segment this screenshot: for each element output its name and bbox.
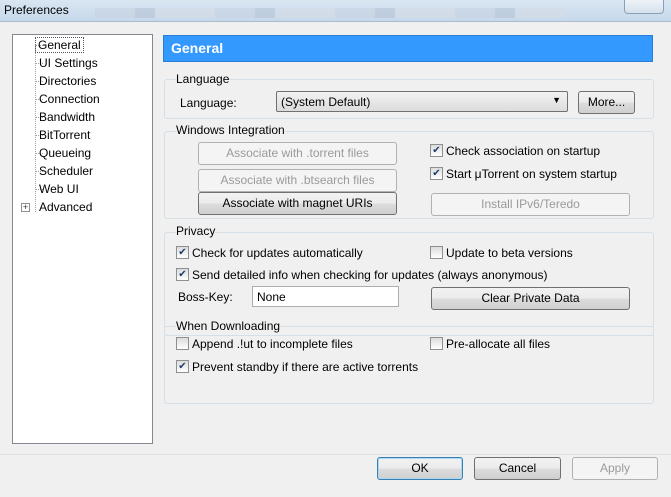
check-association-label: Check association on startup — [446, 144, 601, 158]
associate-torrent-button[interactable]: Associate with .torrent files — [198, 142, 397, 165]
preallocate-label: Pre-allocate all files — [446, 337, 551, 351]
boss-key-label: Boss-Key: — [178, 290, 233, 304]
window-title: Preferences — [4, 3, 69, 17]
privacy-group-label: Privacy — [176, 224, 216, 238]
language-select[interactable]: (System Default) ▼ — [276, 91, 568, 112]
tree-item-general[interactable]: General — [35, 37, 84, 53]
language-label: Language: — [180, 96, 237, 110]
tree-item-directories[interactable]: Directories — [37, 73, 98, 89]
start-on-startup-label: Start μTorrent on system startup — [446, 167, 617, 181]
section-header: General — [163, 35, 653, 62]
apply-button[interactable]: Apply — [572, 457, 658, 480]
language-group-label: Language — [176, 72, 230, 86]
cancel-button[interactable]: Cancel — [474, 457, 561, 480]
dropdown-arrow-icon: ▼ — [552, 95, 561, 105]
dialog-client: General UI Settings Directories Connecti… — [0, 22, 671, 497]
associate-magnet-button[interactable]: Associate with magnet URIs — [198, 192, 397, 215]
boss-key-input[interactable] — [253, 287, 398, 306]
check-updates-checkbox[interactable] — [176, 246, 189, 259]
boss-key-field[interactable] — [252, 286, 399, 307]
beta-updates-label: Update to beta versions — [446, 246, 573, 260]
install-ipv6-button[interactable]: Install IPv6/Teredo — [431, 193, 630, 216]
tree-item-web-ui[interactable]: Web UI — [37, 181, 81, 197]
preallocate-checkbox[interactable] — [430, 337, 443, 350]
beta-updates-checkbox[interactable] — [430, 246, 443, 259]
title-bar: Preferences — [0, 0, 671, 22]
language-select-value: (System Default) — [281, 95, 371, 109]
associate-btsearch-button[interactable]: Associate with .btsearch files — [198, 169, 397, 192]
footer-bar — [0, 454, 671, 497]
when-downloading-group-label: When Downloading — [176, 319, 281, 333]
prevent-standby-label: Prevent standby if there are active torr… — [192, 360, 419, 374]
tree-item-queueing[interactable]: Queueing — [37, 145, 93, 161]
category-tree: General UI Settings Directories Connecti… — [12, 34, 153, 444]
tree-item-scheduler[interactable]: Scheduler — [37, 163, 95, 179]
send-info-label: Send detailed info when checking for upd… — [192, 268, 548, 282]
background-window-strip — [95, 8, 565, 18]
expand-icon[interactable]: + — [21, 203, 30, 212]
tree-item-bittorrent[interactable]: BitTorrent — [37, 127, 92, 143]
clear-private-data-button[interactable]: Clear Private Data — [431, 287, 630, 310]
check-updates-label: Check for updates automatically — [192, 246, 363, 260]
tree-connector — [35, 45, 36, 212]
check-association-checkbox[interactable] — [430, 144, 443, 157]
prevent-standby-checkbox[interactable] — [176, 360, 189, 373]
send-info-checkbox[interactable] — [176, 268, 189, 281]
ok-button[interactable]: OK — [377, 457, 463, 480]
tree-item-advanced[interactable]: Advanced — [37, 199, 94, 215]
start-on-startup-checkbox[interactable] — [430, 167, 443, 180]
more-languages-button[interactable]: More... — [578, 91, 635, 114]
close-button[interactable] — [624, 0, 664, 14]
append-ut-checkbox[interactable] — [176, 337, 189, 350]
tree-item-ui-settings[interactable]: UI Settings — [37, 55, 100, 71]
windows-integration-group-label: Windows Integration — [176, 123, 285, 137]
tree-item-bandwidth[interactable]: Bandwidth — [37, 109, 97, 125]
append-ut-label: Append .!ut to incomplete files — [192, 337, 353, 351]
section-title: General — [171, 40, 224, 56]
tree-item-connection[interactable]: Connection — [37, 91, 102, 107]
